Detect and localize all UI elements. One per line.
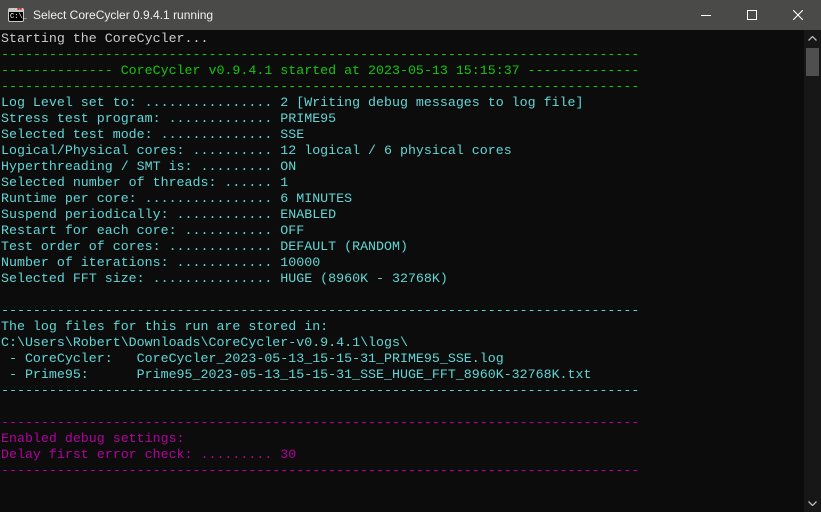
console-line: - CoreCycler: CoreCycler_2023-05-13_15-1… [1, 351, 804, 367]
scroll-up-icon [808, 36, 817, 41]
console-line: -------------- CoreCycler v0.9.4.1 start… [1, 63, 804, 79]
console-line: Delay first error check: ......... 30 [1, 447, 804, 463]
console-line: Number of iterations: ............ 10000 [1, 255, 804, 271]
console-line: Selected number of threads: ...... 1 [1, 175, 804, 191]
console-line: Enabled debug settings: [1, 431, 804, 447]
console-line: Log Level set to: ................ 2 [Wr… [1, 95, 804, 111]
cmd-icon-prompt-text: C:\_ [10, 13, 27, 21]
console-line [1, 399, 804, 415]
scroll-down-button[interactable] [804, 495, 821, 512]
console-line: C:\Users\Robert\Downloads\CoreCycler-v0.… [1, 335, 804, 351]
maximize-button[interactable] [729, 0, 775, 30]
console-line: The log files for this run are stored in… [1, 319, 804, 335]
console-line [1, 495, 804, 511]
console-line: Suspend periodically: ............ ENABL… [1, 207, 804, 223]
console-viewport: Starting the CoreCycler...--------------… [0, 30, 821, 512]
console-line: ----------------------------------------… [1, 415, 804, 431]
console-line [1, 479, 804, 495]
console-line: Starting the CoreCycler... [1, 31, 804, 47]
cmd-console-icon[interactable]: ■■ C:\_ [8, 8, 24, 22]
minimize-button[interactable] [683, 0, 729, 30]
window-controls [683, 0, 821, 30]
scrollbar-thumb[interactable] [806, 48, 819, 76]
console-line: ----------------------------------------… [1, 303, 804, 319]
console-output: Starting the CoreCycler...--------------… [1, 31, 804, 511]
close-button[interactable] [775, 0, 821, 30]
console-line: - Prime95: Prime95_2023-05-13_15-15-31_S… [1, 367, 804, 383]
console-line: ----------------------------------------… [1, 463, 804, 479]
vertical-scrollbar[interactable] [804, 30, 821, 512]
minimize-icon [701, 10, 711, 20]
console-line [1, 287, 804, 303]
scroll-down-icon [808, 501, 817, 506]
titlebar[interactable]: ■■ C:\_ Select CoreCycler 0.9.4.1 runnin… [0, 0, 821, 30]
console-line: Stress test program: ............. PRIME… [1, 111, 804, 127]
cmd-icon-buttons: ■■ [17, 9, 22, 12]
maximize-icon [747, 10, 757, 20]
console-line: Selected FFT size: ............... HUGE … [1, 271, 804, 287]
console-line: ----------------------------------------… [1, 383, 804, 399]
console-line: Test order of cores: ............. DEFAU… [1, 239, 804, 255]
scroll-up-button[interactable] [804, 30, 821, 47]
console-line: Selected test mode: .............. SSE [1, 127, 804, 143]
console-window: ■■ C:\_ Select CoreCycler 0.9.4.1 runnin… [0, 0, 821, 512]
console-line: ----------------------------------------… [1, 79, 804, 95]
console-line: Hyperthreading / SMT is: ......... ON [1, 159, 804, 175]
window-title: Select CoreCycler 0.9.4.1 running [33, 8, 213, 22]
console-line: Restart for each core: ........... OFF [1, 223, 804, 239]
console-line: Runtime per core: ................ 6 MIN… [1, 191, 804, 207]
close-icon [793, 10, 803, 20]
console-line: Logical/Physical cores: .......... 12 lo… [1, 143, 804, 159]
console-line: ----------------------------------------… [1, 47, 804, 63]
